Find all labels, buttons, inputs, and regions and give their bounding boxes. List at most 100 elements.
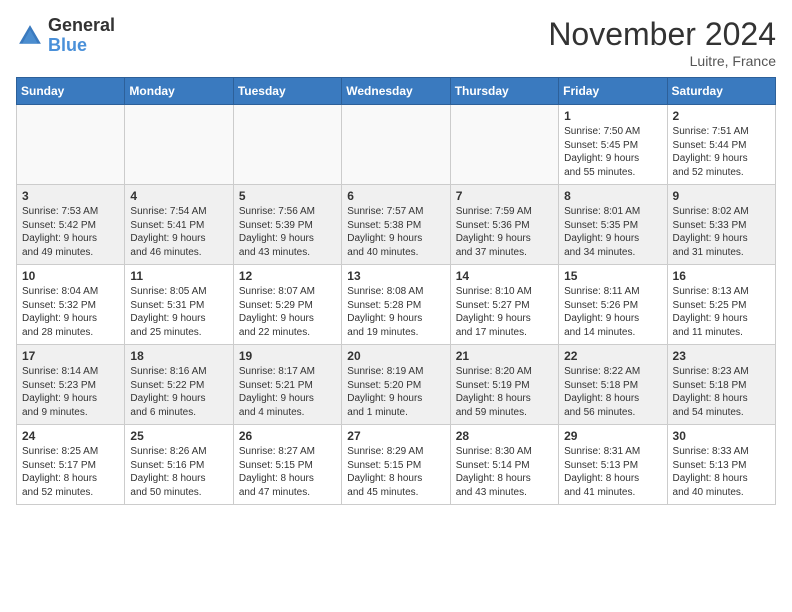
calendar-cell: 7Sunrise: 7:59 AM Sunset: 5:36 PM Daylig… xyxy=(450,185,558,265)
day-number: 28 xyxy=(456,429,553,443)
calendar-week-row: 10 Sunrise: 8:04 AM Sunset: 5:32 PM Dayli… xyxy=(17,265,776,345)
calendar-cell: 23Sunrise: 8:23 AM Sunset: 5:18 PM Dayli… xyxy=(667,345,775,425)
cell-details: Sunrise: 8:04 AM Sunset: 5:32 PM Dayligh… xyxy=(22,285,119,339)
cell-details: Sunrise: 7:56 AM Sunset: 5:39 PM Dayligh… xyxy=(239,205,336,259)
cell-details: Sunrise: 8:31 AM Sunset: 5:13 PM Dayligh… xyxy=(564,445,661,499)
calendar-week-row: 1 Sunrise: 7:50 AM Sunset: 5:45 PM Daylig… xyxy=(17,105,776,185)
day-number: 22 xyxy=(564,349,661,363)
cell-details: Sunrise: 8:22 AM Sunset: 5:18 PM Dayligh… xyxy=(564,365,661,419)
calendar-cell: 29Sunrise: 8:31 AM Sunset: 5:13 PM Dayli… xyxy=(559,425,667,505)
day-number: 13 xyxy=(347,269,444,283)
calendar-cell: 4 Sunrise: 7:54 AM Sunset: 5:41 PM Daylig… xyxy=(125,185,233,265)
calendar-cell: 10 Sunrise: 8:04 AM Sunset: 5:32 PM Dayli… xyxy=(17,265,125,345)
weekday-header: Thursday xyxy=(450,78,558,105)
weekday-header: Friday xyxy=(559,78,667,105)
calendar-cell: 14 Sunrise: 8:10 AM Sunset: 5:27 PM Dayli… xyxy=(450,265,558,345)
cell-details: Sunrise: 8:02 AM Sunset: 5:33 PM Dayligh… xyxy=(673,205,770,259)
cell-details: Sunrise: 8:26 AM Sunset: 5:16 PM Dayligh… xyxy=(130,445,227,499)
calendar-cell: 19Sunrise: 8:17 AM Sunset: 5:21 PM Dayli… xyxy=(233,345,341,425)
calendar-cell xyxy=(233,105,341,185)
calendar-cell: 11Sunrise: 8:05 AM Sunset: 5:31 PM Dayli… xyxy=(125,265,233,345)
calendar-cell: 18 Sunrise: 8:16 AM Sunset: 5:22 PM Dayli… xyxy=(125,345,233,425)
day-number: 6 xyxy=(347,189,444,203)
day-number: 9 xyxy=(673,189,770,203)
calendar-cell: 24Sunrise: 8:25 AM Sunset: 5:17 PM Dayli… xyxy=(17,425,125,505)
calendar-cell: 1 Sunrise: 7:50 AM Sunset: 5:45 PM Daylig… xyxy=(559,105,667,185)
calendar-cell: 30 Sunrise: 8:33 AM Sunset: 5:13 PM Dayli… xyxy=(667,425,775,505)
day-number: 15 xyxy=(564,269,661,283)
cell-details: Sunrise: 7:50 AM Sunset: 5:45 PM Dayligh… xyxy=(564,125,661,179)
day-number: 17 xyxy=(22,349,119,363)
day-number: 20 xyxy=(347,349,444,363)
calendar-cell: 27 Sunrise: 8:29 AM Sunset: 5:15 PM Dayli… xyxy=(342,425,450,505)
weekday-header: Saturday xyxy=(667,78,775,105)
cell-details: Sunrise: 7:51 AM Sunset: 5:44 PM Dayligh… xyxy=(673,125,770,179)
day-number: 30 xyxy=(673,429,770,443)
calendar-cell: 28 Sunrise: 8:30 AM Sunset: 5:14 PM Dayli… xyxy=(450,425,558,505)
calendar-week-row: 3Sunrise: 7:53 AM Sunset: 5:42 PM Daylig… xyxy=(17,185,776,265)
cell-details: Sunrise: 8:05 AM Sunset: 5:31 PM Dayligh… xyxy=(130,285,227,339)
logo-icon xyxy=(16,22,44,50)
calendar-cell: 16 Sunrise: 8:13 AM Sunset: 5:25 PM Dayli… xyxy=(667,265,775,345)
calendar-cell: 12 Sunrise: 8:07 AM Sunset: 5:29 PM Dayli… xyxy=(233,265,341,345)
calendar-cell: 26 Sunrise: 8:27 AM Sunset: 5:15 PM Dayli… xyxy=(233,425,341,505)
weekday-header: Wednesday xyxy=(342,78,450,105)
cell-details: Sunrise: 8:20 AM Sunset: 5:19 PM Dayligh… xyxy=(456,365,553,419)
day-number: 21 xyxy=(456,349,553,363)
day-number: 7 xyxy=(456,189,553,203)
day-number: 16 xyxy=(673,269,770,283)
day-number: 14 xyxy=(456,269,553,283)
weekday-header: Monday xyxy=(125,78,233,105)
day-number: 8 xyxy=(564,189,661,203)
calendar-cell: 20 Sunrise: 8:19 AM Sunset: 5:20 PM Dayli… xyxy=(342,345,450,425)
calendar-cell: 8 Sunrise: 8:01 AM Sunset: 5:35 PM Daylig… xyxy=(559,185,667,265)
calendar-cell xyxy=(125,105,233,185)
day-number: 18 xyxy=(130,349,227,363)
cell-details: Sunrise: 8:08 AM Sunset: 5:28 PM Dayligh… xyxy=(347,285,444,339)
calendar-cell xyxy=(450,105,558,185)
calendar-cell xyxy=(342,105,450,185)
calendar-cell xyxy=(17,105,125,185)
cell-details: Sunrise: 8:01 AM Sunset: 5:35 PM Dayligh… xyxy=(564,205,661,259)
day-number: 1 xyxy=(564,109,661,123)
calendar-cell: 21 Sunrise: 8:20 AM Sunset: 5:19 PM Dayli… xyxy=(450,345,558,425)
calendar-cell: 22 Sunrise: 8:22 AM Sunset: 5:18 PM Dayli… xyxy=(559,345,667,425)
cell-details: Sunrise: 8:07 AM Sunset: 5:29 PM Dayligh… xyxy=(239,285,336,339)
day-number: 12 xyxy=(239,269,336,283)
cell-details: Sunrise: 8:11 AM Sunset: 5:26 PM Dayligh… xyxy=(564,285,661,339)
cell-details: Sunrise: 8:13 AM Sunset: 5:25 PM Dayligh… xyxy=(673,285,770,339)
calendar-cell: 9 Sunrise: 8:02 AM Sunset: 5:33 PM Daylig… xyxy=(667,185,775,265)
cell-details: Sunrise: 8:33 AM Sunset: 5:13 PM Dayligh… xyxy=(673,445,770,499)
cell-details: Sunrise: 7:53 AM Sunset: 5:42 PM Dayligh… xyxy=(22,205,119,259)
day-number: 10 xyxy=(22,269,119,283)
cell-details: Sunrise: 8:27 AM Sunset: 5:15 PM Dayligh… xyxy=(239,445,336,499)
day-number: 5 xyxy=(239,189,336,203)
cell-details: Sunrise: 8:19 AM Sunset: 5:20 PM Dayligh… xyxy=(347,365,444,419)
weekday-header: Tuesday xyxy=(233,78,341,105)
calendar-table: SundayMondayTuesdayWednesdayThursdayFrid… xyxy=(16,77,776,505)
day-number: 26 xyxy=(239,429,336,443)
cell-details: Sunrise: 8:10 AM Sunset: 5:27 PM Dayligh… xyxy=(456,285,553,339)
calendar-cell: 6Sunrise: 7:57 AM Sunset: 5:38 PM Daylig… xyxy=(342,185,450,265)
calendar-cell: 5 Sunrise: 7:56 AM Sunset: 5:39 PM Daylig… xyxy=(233,185,341,265)
calendar-week-row: 24Sunrise: 8:25 AM Sunset: 5:17 PM Dayli… xyxy=(17,425,776,505)
cell-details: Sunrise: 8:16 AM Sunset: 5:22 PM Dayligh… xyxy=(130,365,227,419)
calendar-week-row: 17Sunrise: 8:14 AM Sunset: 5:23 PM Dayli… xyxy=(17,345,776,425)
calendar-cell: 2Sunrise: 7:51 AM Sunset: 5:44 PM Daylig… xyxy=(667,105,775,185)
location: Luitre, France xyxy=(548,53,776,69)
calendar-cell: 3Sunrise: 7:53 AM Sunset: 5:42 PM Daylig… xyxy=(17,185,125,265)
day-number: 27 xyxy=(347,429,444,443)
day-number: 19 xyxy=(239,349,336,363)
title-block: November 2024 Luitre, France xyxy=(548,16,776,69)
calendar-cell: 15 Sunrise: 8:11 AM Sunset: 5:26 PM Dayli… xyxy=(559,265,667,345)
day-number: 4 xyxy=(130,189,227,203)
calendar-cell: 13 Sunrise: 8:08 AM Sunset: 5:28 PM Dayli… xyxy=(342,265,450,345)
day-number: 23 xyxy=(673,349,770,363)
month-title: November 2024 xyxy=(548,16,776,53)
weekday-header: Sunday xyxy=(17,78,125,105)
cell-details: Sunrise: 7:54 AM Sunset: 5:41 PM Dayligh… xyxy=(130,205,227,259)
cell-details: Sunrise: 8:29 AM Sunset: 5:15 PM Dayligh… xyxy=(347,445,444,499)
cell-details: Sunrise: 8:30 AM Sunset: 5:14 PM Dayligh… xyxy=(456,445,553,499)
calendar-cell: 25Sunrise: 8:26 AM Sunset: 5:16 PM Dayli… xyxy=(125,425,233,505)
weekday-header-row: SundayMondayTuesdayWednesdayThursdayFrid… xyxy=(17,78,776,105)
